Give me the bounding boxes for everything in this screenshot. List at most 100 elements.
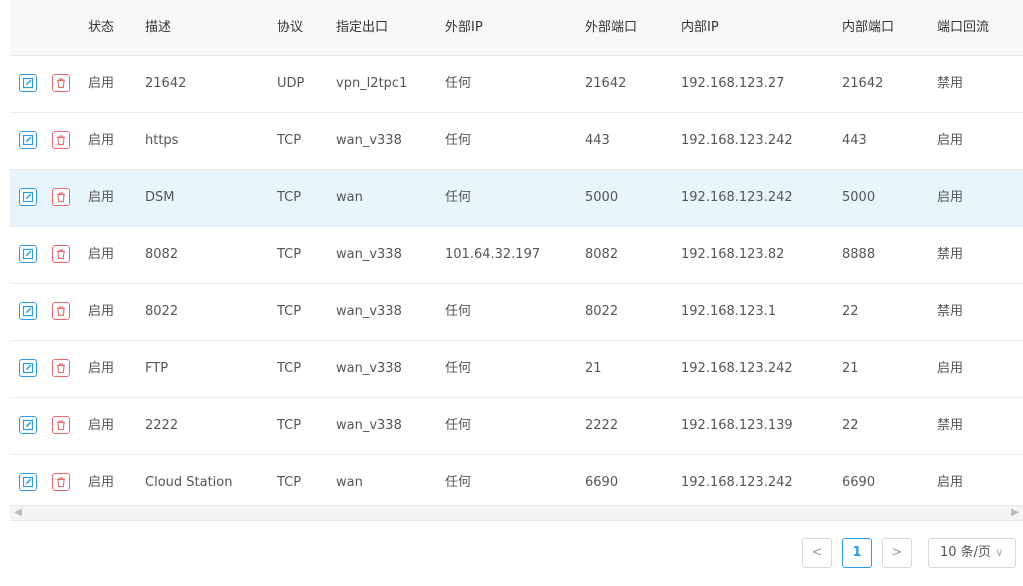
prev-page-button[interactable]: < [802, 538, 832, 568]
status-cell: 启用 [88, 475, 115, 490]
internal-ip-cell: 192.168.123.242 [681, 190, 793, 205]
description-cell: 8082 [145, 247, 179, 262]
internal-port-cell: 21642 [842, 76, 884, 91]
table-row[interactable]: 启用 2222 TCP wan_v338 任何 2222 192.168.123.139 22… [10, 398, 1023, 455]
internal-port-cell: 6690 [842, 475, 876, 490]
status-cell: 启用 [88, 133, 115, 148]
loopback-cell: 禁用 [937, 76, 964, 91]
status-cell: 启用 [88, 361, 115, 376]
internal-ip-cell: 192.168.123.242 [681, 475, 793, 490]
interface-cell: vpn_l2tpc1 [336, 76, 408, 91]
column-header-interface[interactable]: 指定出口 [336, 0, 388, 55]
table-row[interactable]: 启用 8082 TCP wan_v338 101.64.32.197 8082 192.16… [10, 227, 1023, 284]
horizontal-scrollbar[interactable]: ◀ ▶ [10, 505, 1023, 521]
column-header-status[interactable]: 状态 [88, 0, 114, 55]
scroll-right-icon[interactable]: ▶ [1009, 507, 1021, 519]
loopback-cell: 禁用 [937, 418, 964, 433]
loopback-cell: 禁用 [937, 247, 964, 262]
external-port-cell: 6690 [585, 475, 619, 490]
edit-button[interactable] [19, 245, 37, 263]
edit-icon [22, 77, 34, 89]
external-ip-cell: 任何 [445, 304, 472, 319]
table-row[interactable]: 启用 FTP TCP wan_v338 任何 21 192.168.123.242 21 启用 [10, 341, 1023, 398]
external-port-cell: 2222 [585, 418, 619, 433]
external-ip-cell: 任何 [445, 418, 472, 433]
protocol-cell: TCP [277, 247, 302, 262]
table-row[interactable]: 启用 8022 TCP wan_v338 任何 8022 192.168.123.1 22 禁用 [10, 284, 1023, 341]
loopback-cell: 启用 [937, 475, 964, 490]
edit-icon [22, 476, 34, 488]
loopback-cell: 启用 [937, 361, 964, 376]
external-ip-cell: 任何 [445, 475, 472, 490]
edit-button[interactable] [19, 74, 37, 92]
protocol-cell: TCP [277, 475, 302, 490]
trash-icon [55, 248, 67, 260]
status-cell: 启用 [88, 418, 115, 433]
column-header-internal-port[interactable]: 内部端口 [842, 0, 894, 55]
delete-button[interactable] [52, 188, 70, 206]
description-cell: DSM [145, 190, 175, 205]
chevron-down-icon: ∨ [995, 546, 1004, 559]
table-header: 状态 描述 协议 指定出口 外部IP 外部端口 内部IP 内部端口 端口回流 [10, 0, 1023, 56]
trash-icon [55, 77, 67, 89]
edit-button[interactable] [19, 131, 37, 149]
table-row[interactable]: 启用 https TCP wan_v338 任何 443 192.168.123.242 44… [10, 113, 1023, 170]
description-cell: Cloud Station [145, 475, 233, 490]
page-size-label: 10 条/页 [940, 545, 992, 560]
internal-port-cell: 443 [842, 133, 867, 148]
delete-button[interactable] [52, 359, 70, 377]
trash-icon [55, 476, 67, 488]
external-ip-cell: 任何 [445, 190, 472, 205]
scroll-left-icon[interactable]: ◀ [12, 507, 24, 519]
column-header-description[interactable]: 描述 [145, 0, 171, 55]
edit-button[interactable] [19, 416, 37, 434]
internal-ip-cell: 192.168.123.242 [681, 133, 793, 148]
external-ip-cell: 任何 [445, 133, 472, 148]
column-header-external-ip[interactable]: 外部IP [445, 0, 483, 55]
internal-port-cell: 22 [842, 418, 859, 433]
delete-button[interactable] [52, 416, 70, 434]
delete-button[interactable] [52, 473, 70, 491]
delete-button[interactable] [52, 74, 70, 92]
loopback-cell: 禁用 [937, 304, 964, 319]
protocol-cell: TCP [277, 361, 302, 376]
edit-button[interactable] [19, 473, 37, 491]
edit-icon [22, 305, 34, 317]
delete-button[interactable] [52, 245, 70, 263]
column-header-internal-ip[interactable]: 内部IP [681, 0, 719, 55]
description-cell: 8022 [145, 304, 179, 319]
protocol-cell: UDP [277, 76, 305, 91]
protocol-cell: TCP [277, 133, 302, 148]
protocol-cell: TCP [277, 190, 302, 205]
edit-icon [22, 419, 34, 431]
internal-port-cell: 8888 [842, 247, 876, 262]
description-cell: 2222 [145, 418, 179, 433]
next-page-button[interactable]: > [882, 538, 912, 568]
column-header-loopback[interactable]: 端口回流 [937, 0, 989, 55]
table-row[interactable]: 启用 21642 UDP vpn_l2tpc1 任何 21642 192.168.123.2… [10, 56, 1023, 113]
trash-icon [55, 362, 67, 374]
interface-cell: wan_v338 [336, 133, 402, 148]
edit-button[interactable] [19, 302, 37, 320]
interface-cell: wan [336, 475, 363, 490]
interface-cell: wan_v338 [336, 418, 402, 433]
table-row[interactable]: 启用 DSM TCP wan 任何 5000 192.168.123.242 5000 启用 [10, 170, 1023, 227]
edit-button[interactable] [19, 359, 37, 377]
page-size-select[interactable]: 10 条/页 ∨ [928, 538, 1016, 568]
internal-port-cell: 21 [842, 361, 859, 376]
description-cell: FTP [145, 361, 169, 376]
status-cell: 启用 [88, 304, 115, 319]
description-cell: 21642 [145, 76, 187, 91]
edit-button[interactable] [19, 188, 37, 206]
column-header-protocol[interactable]: 协议 [277, 0, 303, 55]
column-header-external-port[interactable]: 外部端口 [585, 0, 637, 55]
edit-icon [22, 362, 34, 374]
page-1-button[interactable]: 1 [842, 538, 872, 568]
delete-button[interactable] [52, 302, 70, 320]
table-row[interactable]: 启用 Cloud Station TCP wan 任何 6690 192.168.123.2… [10, 455, 1023, 512]
protocol-cell: TCP [277, 304, 302, 319]
external-ip-cell: 101.64.32.197 [445, 247, 541, 262]
trash-icon [55, 419, 67, 431]
internal-ip-cell: 192.168.123.1 [681, 304, 777, 319]
delete-button[interactable] [52, 131, 70, 149]
